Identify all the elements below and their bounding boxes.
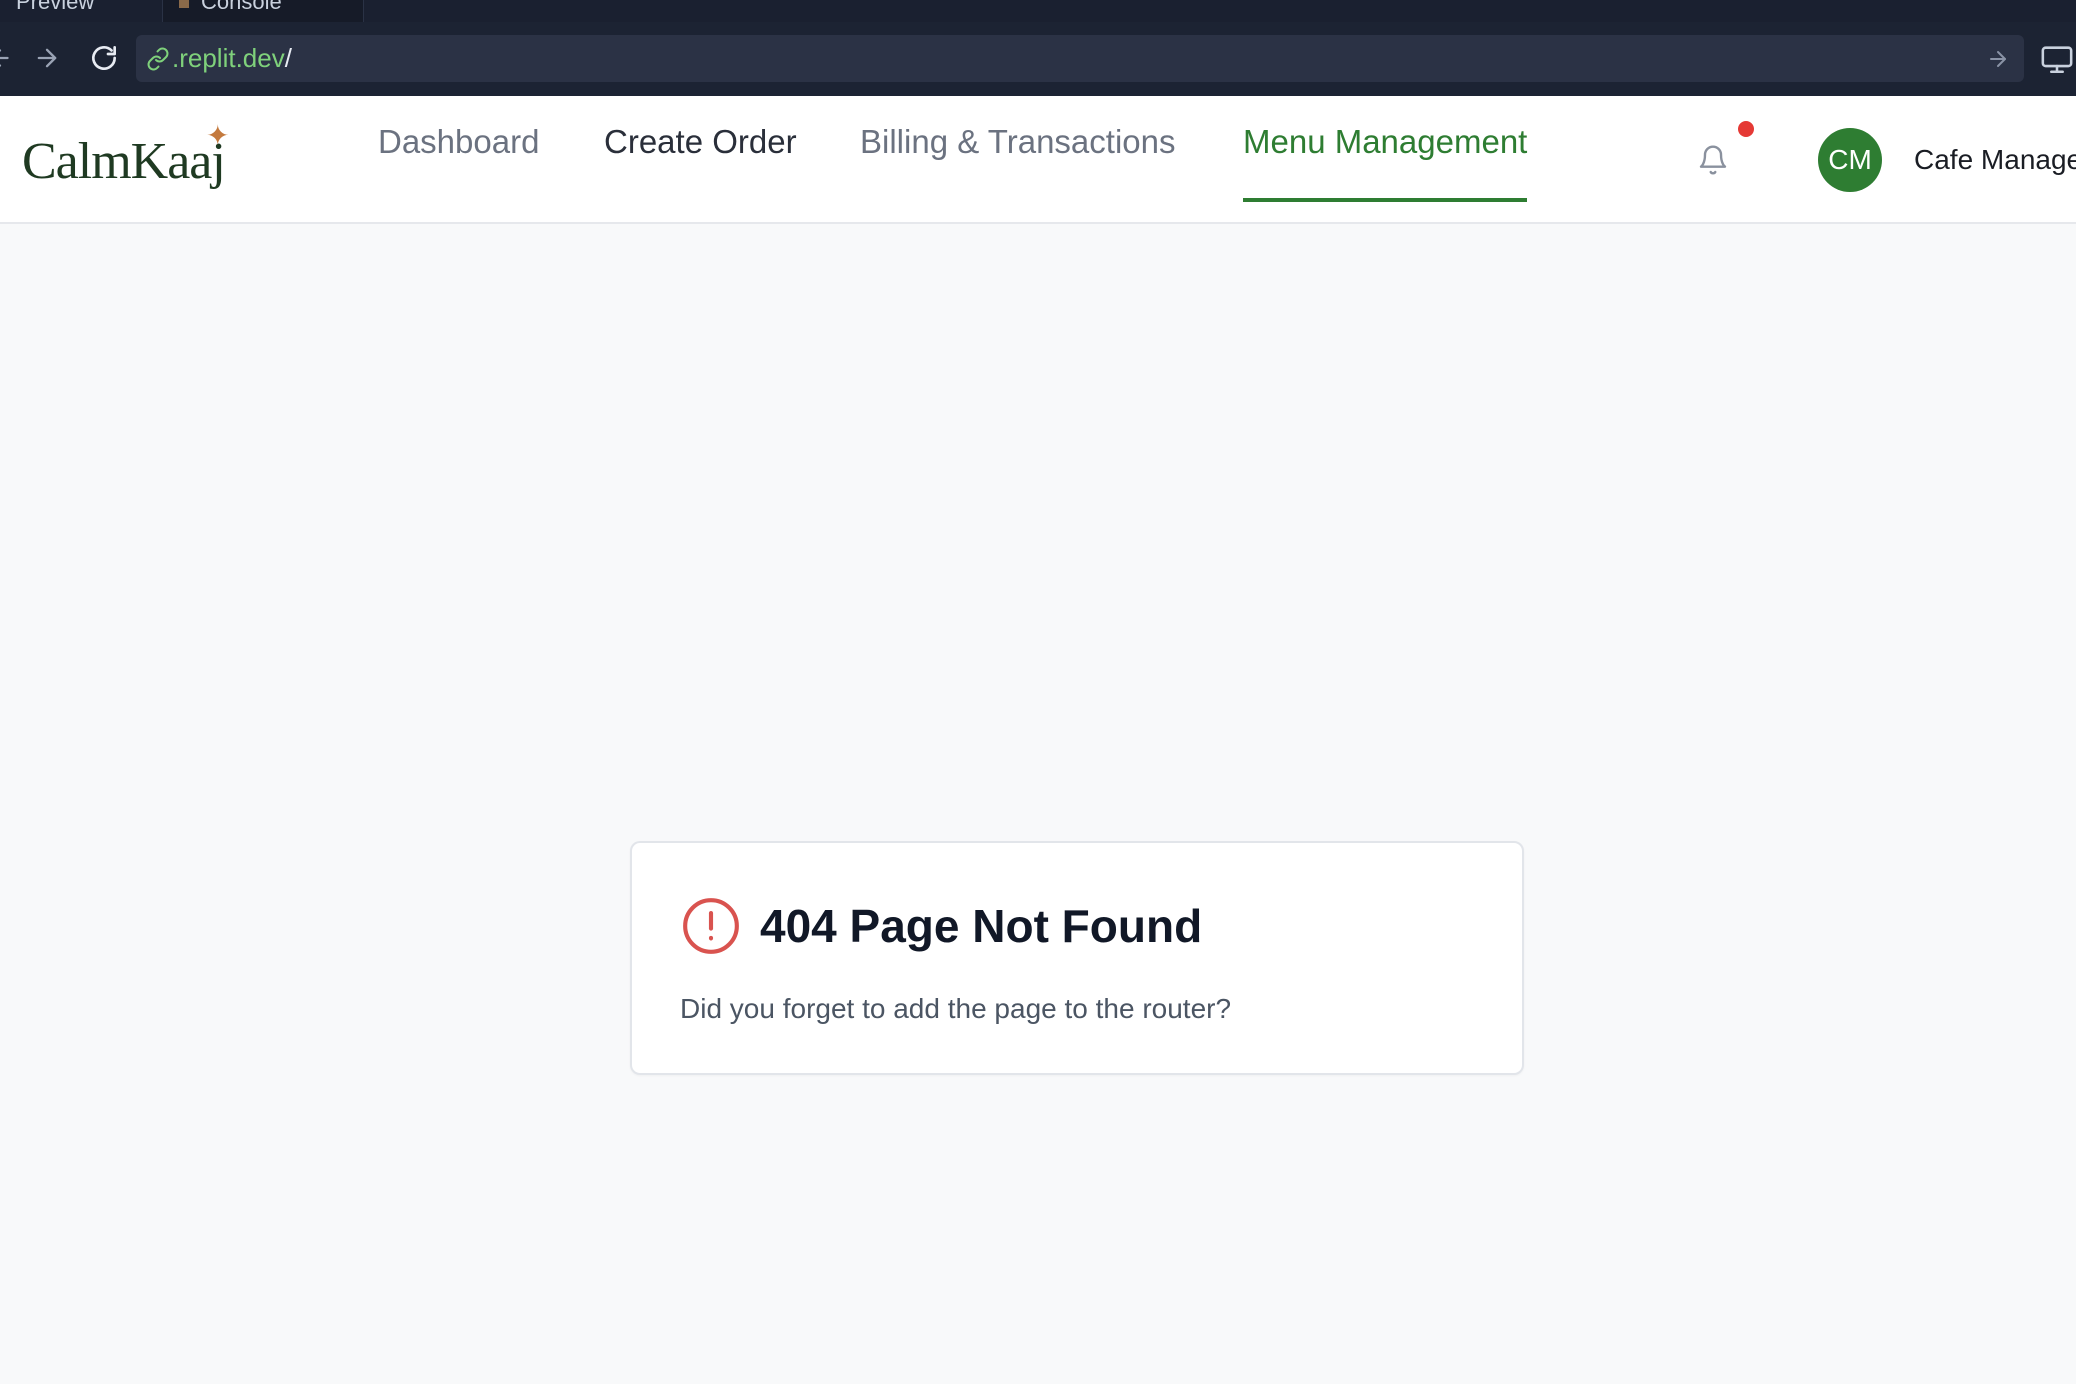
nav-dashboard[interactable]: Dashboard (378, 96, 539, 202)
nav-menu-management[interactable]: Menu Management (1243, 96, 1528, 202)
url-field[interactable]: .replit.dev/ (136, 35, 2024, 82)
browser-tab-strip: Preview Console (0, 0, 2076, 22)
logo[interactable]: CalmKaaj ✦ (22, 122, 229, 194)
url-host: .replit.dev (172, 43, 285, 73)
nav-billing-transactions[interactable]: Billing & Transactions (860, 96, 1175, 202)
forward-button[interactable] (29, 40, 65, 76)
error-title: 404 Page Not Found (760, 900, 1203, 952)
alert-circle-icon (683, 898, 739, 954)
url-path: / (284, 43, 292, 73)
arrow-right-icon[interactable] (1986, 47, 2010, 71)
tab-preview[interactable]: Preview (0, 0, 160, 22)
logo-text: CalmKaaj (22, 133, 226, 190)
nav-create-order[interactable]: Create Order (604, 96, 797, 202)
avatar[interactable]: CM (1818, 128, 1882, 192)
arrow-right-icon (37, 48, 57, 68)
logo-star-icon: ✦ (206, 120, 230, 151)
error-description: Did you forget to add the page to the ro… (680, 993, 1232, 1024)
url-text: .replit.dev/ (172, 35, 292, 82)
tab-preview-label: Preview (16, 0, 95, 14)
not-found-card: 404 Page Not Found Did you forget to add… (630, 841, 1524, 1075)
notification-dot (1738, 121, 1754, 137)
arrow-left-icon (0, 49, 9, 67)
tab-console-label: Console (201, 0, 282, 14)
bell-icon[interactable] (1697, 142, 1729, 178)
console-icon (179, 0, 189, 8)
back-button[interactable] (0, 40, 18, 76)
tab-console[interactable]: Console (162, 0, 364, 22)
app-header: CalmKaaj ✦ Dashboard Create Order Billin… (0, 96, 2076, 224)
reload-button[interactable] (86, 40, 122, 76)
user-name[interactable]: Cafe Manager (1914, 128, 2076, 192)
reload-icon (92, 46, 116, 70)
link-icon (147, 47, 169, 71)
browser-address-bar: .replit.dev/ (0, 22, 2076, 96)
monitor-icon[interactable] (2040, 42, 2074, 76)
